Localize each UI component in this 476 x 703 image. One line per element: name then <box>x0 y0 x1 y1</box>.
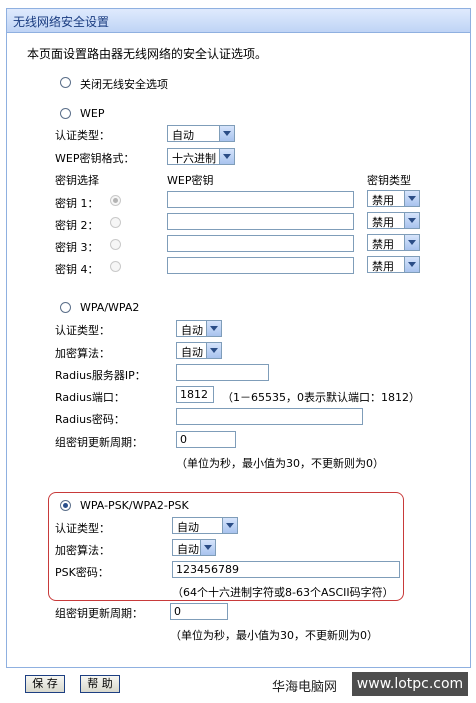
label-disable-security: 关闭无线安全选项 <box>80 78 168 91</box>
key-1-radio[interactable] <box>110 195 121 206</box>
radius-ip-input[interactable] <box>176 364 269 381</box>
chevron-down-icon <box>219 149 234 164</box>
wep-auth-select[interactable]: 自动 <box>167 125 235 142</box>
radius-port-hint: （1－65535，0表示默认端口：1812） <box>222 391 420 404</box>
key-4-type-select[interactable]: 禁用 <box>367 256 420 273</box>
radio-wpa[interactable] <box>60 302 71 313</box>
key-3-type-value: 禁用 <box>372 238 394 251</box>
intro-text: 本页面设置路由器无线网络的安全认证选项。 <box>27 47 268 61</box>
psk-group-label: 组密钥更新周期： <box>55 607 143 620</box>
radius-port-label: Radius端口： <box>55 391 125 404</box>
label-wep: WEP <box>80 107 105 120</box>
psk-enc-label: 加密算法： <box>55 544 110 557</box>
col-key-select: 密钥选择 <box>55 174 99 187</box>
col-key-type: 密钥类型 <box>367 174 411 187</box>
key-4-label: 密钥 4： <box>55 263 99 276</box>
psk-auth-value: 自动 <box>177 521 199 534</box>
chevron-down-icon <box>222 518 237 533</box>
key-3-radio[interactable] <box>110 239 121 250</box>
chevron-down-icon <box>206 321 221 336</box>
wep-format-label: WEP密钥格式： <box>55 152 135 165</box>
radio-wpa-psk[interactable] <box>60 500 71 511</box>
wpa-auth-label: 认证类型： <box>55 324 110 337</box>
radius-ip-label: Radius服务器IP： <box>55 369 146 382</box>
wpa-enc-label: 加密算法： <box>55 347 110 360</box>
chevron-down-icon <box>404 257 419 272</box>
chevron-down-icon <box>200 540 215 555</box>
key-2-label: 密钥 2： <box>55 219 99 232</box>
title-bar: 无线网络安全设置 <box>7 9 470 33</box>
chevron-down-icon <box>404 235 419 250</box>
wep-format-select[interactable]: 十六进制 <box>167 148 235 165</box>
wpa-auth-value: 自动 <box>181 324 203 337</box>
wpa-group-hint: （单位为秒，最小值为30，不更新则为0） <box>176 457 384 470</box>
key-2-type-select[interactable]: 禁用 <box>367 212 420 229</box>
help-button[interactable]: 帮 助 <box>80 675 120 693</box>
key-1-label: 密钥 1： <box>55 197 99 210</box>
wep-auth-value: 自动 <box>172 129 194 142</box>
wep-format-value: 十六进制 <box>172 152 216 165</box>
col-wep-key: WEP密钥 <box>167 174 214 187</box>
chevron-down-icon <box>404 191 419 206</box>
radius-pwd-label: Radius密码： <box>55 413 125 426</box>
radius-pwd-input[interactable] <box>176 408 363 425</box>
wpa-group-input[interactable]: 0 <box>176 431 236 448</box>
psk-group-input[interactable]: 0 <box>170 603 228 620</box>
wpa-group-label: 组密钥更新周期： <box>55 436 143 449</box>
psk-password-value: 123456789 <box>176 563 239 576</box>
psk-auth-select[interactable]: 自动 <box>172 517 238 534</box>
radio-wep[interactable] <box>60 108 71 119</box>
key-4-input[interactable] <box>167 257 354 274</box>
wpa-group-value: 0 <box>180 433 187 446</box>
key-2-input[interactable] <box>167 213 354 230</box>
wpa-auth-select[interactable]: 自动 <box>176 320 222 337</box>
psk-password-hint: （64个十六进制字符或8-63个ASCII码字符） <box>172 586 394 599</box>
label-wpa-psk: WPA-PSK/WPA2-PSK <box>80 499 189 512</box>
radius-port-value: 1812 <box>180 388 208 401</box>
psk-auth-label: 认证类型： <box>55 522 110 535</box>
key-4-radio[interactable] <box>110 261 121 272</box>
key-3-input[interactable] <box>167 235 354 252</box>
psk-password-input[interactable]: 123456789 <box>172 561 400 578</box>
wpa-enc-select[interactable]: 自动 <box>176 342 222 359</box>
key-3-type-select[interactable]: 禁用 <box>367 234 420 251</box>
key-1-type-select[interactable]: 禁用 <box>367 190 420 207</box>
save-button[interactable]: 保 存 <box>25 675 65 693</box>
key-3-label: 密钥 3： <box>55 241 99 254</box>
psk-enc-select[interactable]: 自动 <box>172 539 216 556</box>
key-4-type-value: 禁用 <box>372 260 394 273</box>
label-wpa: WPA/WPA2 <box>80 301 140 314</box>
key-2-radio[interactable] <box>110 217 121 228</box>
wep-auth-label: 认证类型： <box>55 129 110 142</box>
watermark-url: www.lotpc.com <box>352 672 468 696</box>
key-2-type-value: 禁用 <box>372 216 394 229</box>
chevron-down-icon <box>219 126 234 141</box>
key-1-input[interactable] <box>167 191 354 208</box>
watermark-cn: 华海电脑网 <box>272 680 338 695</box>
chevron-down-icon <box>206 343 221 358</box>
wpa-enc-value: 自动 <box>181 346 203 359</box>
psk-password-label: PSK密码： <box>55 566 109 579</box>
key-1-type-value: 禁用 <box>372 194 394 207</box>
radio-disable-security[interactable] <box>60 77 71 88</box>
page-title: 无线网络安全设置 <box>13 15 110 29</box>
radius-port-input[interactable]: 1812 <box>176 386 214 403</box>
psk-group-hint: （单位为秒，最小值为30，不更新则为0） <box>170 629 378 642</box>
chevron-down-icon <box>404 213 419 228</box>
psk-group-value: 0 <box>174 605 181 618</box>
psk-enc-value: 自动 <box>177 543 199 556</box>
